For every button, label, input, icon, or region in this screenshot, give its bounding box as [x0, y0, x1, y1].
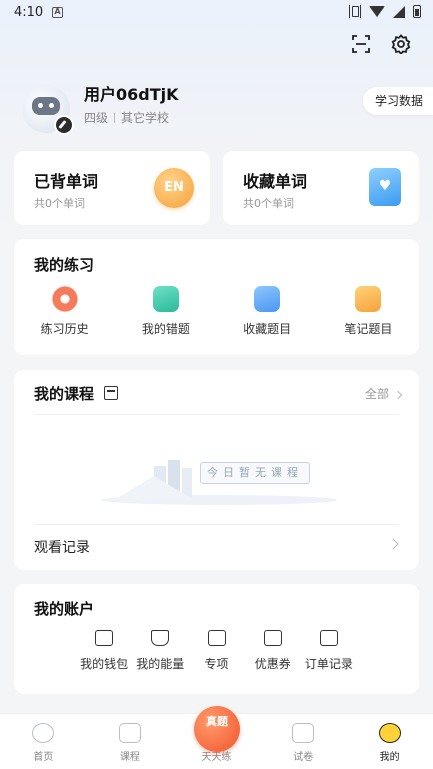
battery-icon: [413, 5, 421, 18]
account-grid: 我的钱包 我的能量 专项 优惠券 订单记录: [76, 630, 357, 672]
status-icons: [349, 5, 421, 18]
practice-grid: 练习历史 我的错题 收藏题目 笔记题目: [14, 286, 419, 337]
flask-icon: [151, 630, 170, 646]
all-courses-link[interactable]: 全部: [364, 385, 403, 402]
header-actions: [351, 34, 411, 56]
nav-papers[interactable]: 试卷: [260, 714, 347, 769]
memorized-words-card[interactable]: 已背单词 共0个单词 EN: [14, 151, 210, 225]
center-badge-label: 真题: [206, 715, 228, 728]
profile-subinfo: 四级 其它学校: [84, 109, 169, 126]
item-label: 我的错题: [141, 322, 190, 336]
favorite-question-icon: [254, 286, 281, 312]
item-label: 专项: [204, 657, 229, 671]
coupon-item[interactable]: 优惠券: [245, 630, 301, 672]
grade-label: 四级: [84, 111, 109, 125]
nav-courses[interactable]: 课程: [87, 714, 174, 769]
order-icon: [319, 630, 338, 646]
divider: [114, 112, 116, 123]
divider: [34, 524, 399, 525]
note-questions-item[interactable]: 笔记题目: [318, 286, 419, 337]
nav-label: 首页: [33, 752, 54, 763]
item-label: 我的能量: [136, 657, 185, 671]
section-title: 我的课程: [34, 385, 95, 403]
wifi-icon: [369, 6, 385, 17]
nav-label: 试卷: [293, 752, 314, 763]
note-icon: [355, 286, 382, 312]
courses-section: 我的课程 全部 今日暂无课程 观看记录: [14, 370, 419, 570]
status-bar: 4:10 A: [0, 0, 433, 26]
wrong-book-icon: [152, 286, 179, 312]
item-label: 优惠券: [254, 657, 291, 671]
practice-history-item[interactable]: 练习历史: [14, 286, 115, 337]
chevron-right-icon: [393, 390, 403, 400]
avatar[interactable]: [22, 85, 74, 135]
item-label: 我的钱包: [80, 657, 129, 671]
paper-icon: [292, 723, 315, 743]
item-label: 收藏题目: [243, 322, 292, 336]
en-badge-icon: EN: [154, 168, 194, 208]
section-title: 我的练习: [34, 256, 95, 274]
all-label: 全部: [364, 387, 389, 401]
basket-icon: [207, 630, 226, 646]
vibrate-icon: [349, 5, 361, 18]
notification-icon: A: [52, 7, 63, 18]
item-label: 练习历史: [40, 322, 89, 336]
robot-face-icon: [32, 97, 60, 115]
orders-item[interactable]: 订单记录: [301, 630, 357, 672]
video-icon: [118, 723, 141, 743]
card-title: 收藏单词: [243, 172, 308, 191]
nav-label: 课程: [119, 752, 140, 763]
energy-item[interactable]: 我的能量: [132, 630, 188, 672]
watch-history-link[interactable]: 观看记录: [34, 537, 90, 557]
planet-icon: [32, 723, 55, 743]
nav-mine[interactable]: 我的: [346, 714, 433, 769]
clock-icon: [51, 286, 78, 312]
special-item[interactable]: 专项: [188, 630, 244, 672]
nav-label: 我的: [379, 752, 400, 763]
item-label: 订单记录: [304, 657, 353, 671]
calendar-icon[interactable]: [104, 386, 118, 400]
school-label: 其它学校: [121, 111, 170, 125]
profile-icon: [378, 723, 401, 743]
edit-pencil-icon[interactable]: [54, 115, 74, 135]
account-section: 我的账户 我的钱包 我的能量 专项 优惠券 订单记录: [14, 584, 419, 694]
empty-courses-text: 今日暂无课程: [200, 462, 310, 484]
wallet-item[interactable]: 我的钱包: [76, 630, 132, 672]
practice-section: 我的练习 练习历史 我的错题 收藏题目 笔记题目: [14, 239, 419, 355]
card-count: 共0个单词: [34, 197, 85, 210]
daily-practice-icon[interactable]: 真题: [194, 706, 240, 752]
gear-icon[interactable]: [391, 34, 411, 56]
favorite-words-card[interactable]: 收藏单词 共0个单词: [223, 151, 419, 225]
wrong-questions-item[interactable]: 我的错题: [115, 286, 216, 337]
study-data-button[interactable]: 学习数据: [362, 87, 433, 115]
signal-icon: [393, 5, 405, 18]
card-title: 已背单词: [34, 172, 99, 191]
chevron-right-icon: [387, 538, 399, 550]
heart-book-icon: [369, 168, 401, 206]
item-label: 笔记题目: [344, 322, 393, 336]
section-title: 我的账户: [34, 600, 95, 618]
card-count: 共0个单词: [243, 197, 294, 210]
divider: [34, 414, 399, 415]
coupon-icon: [263, 630, 282, 646]
nav-home[interactable]: 首页: [0, 714, 87, 769]
scan-icon[interactable]: [351, 34, 371, 54]
favorite-questions-item[interactable]: 收藏题目: [217, 286, 318, 337]
wallet-icon: [95, 630, 114, 646]
status-time: 4:10: [14, 5, 44, 20]
username: 用户06dTjK: [84, 85, 179, 104]
